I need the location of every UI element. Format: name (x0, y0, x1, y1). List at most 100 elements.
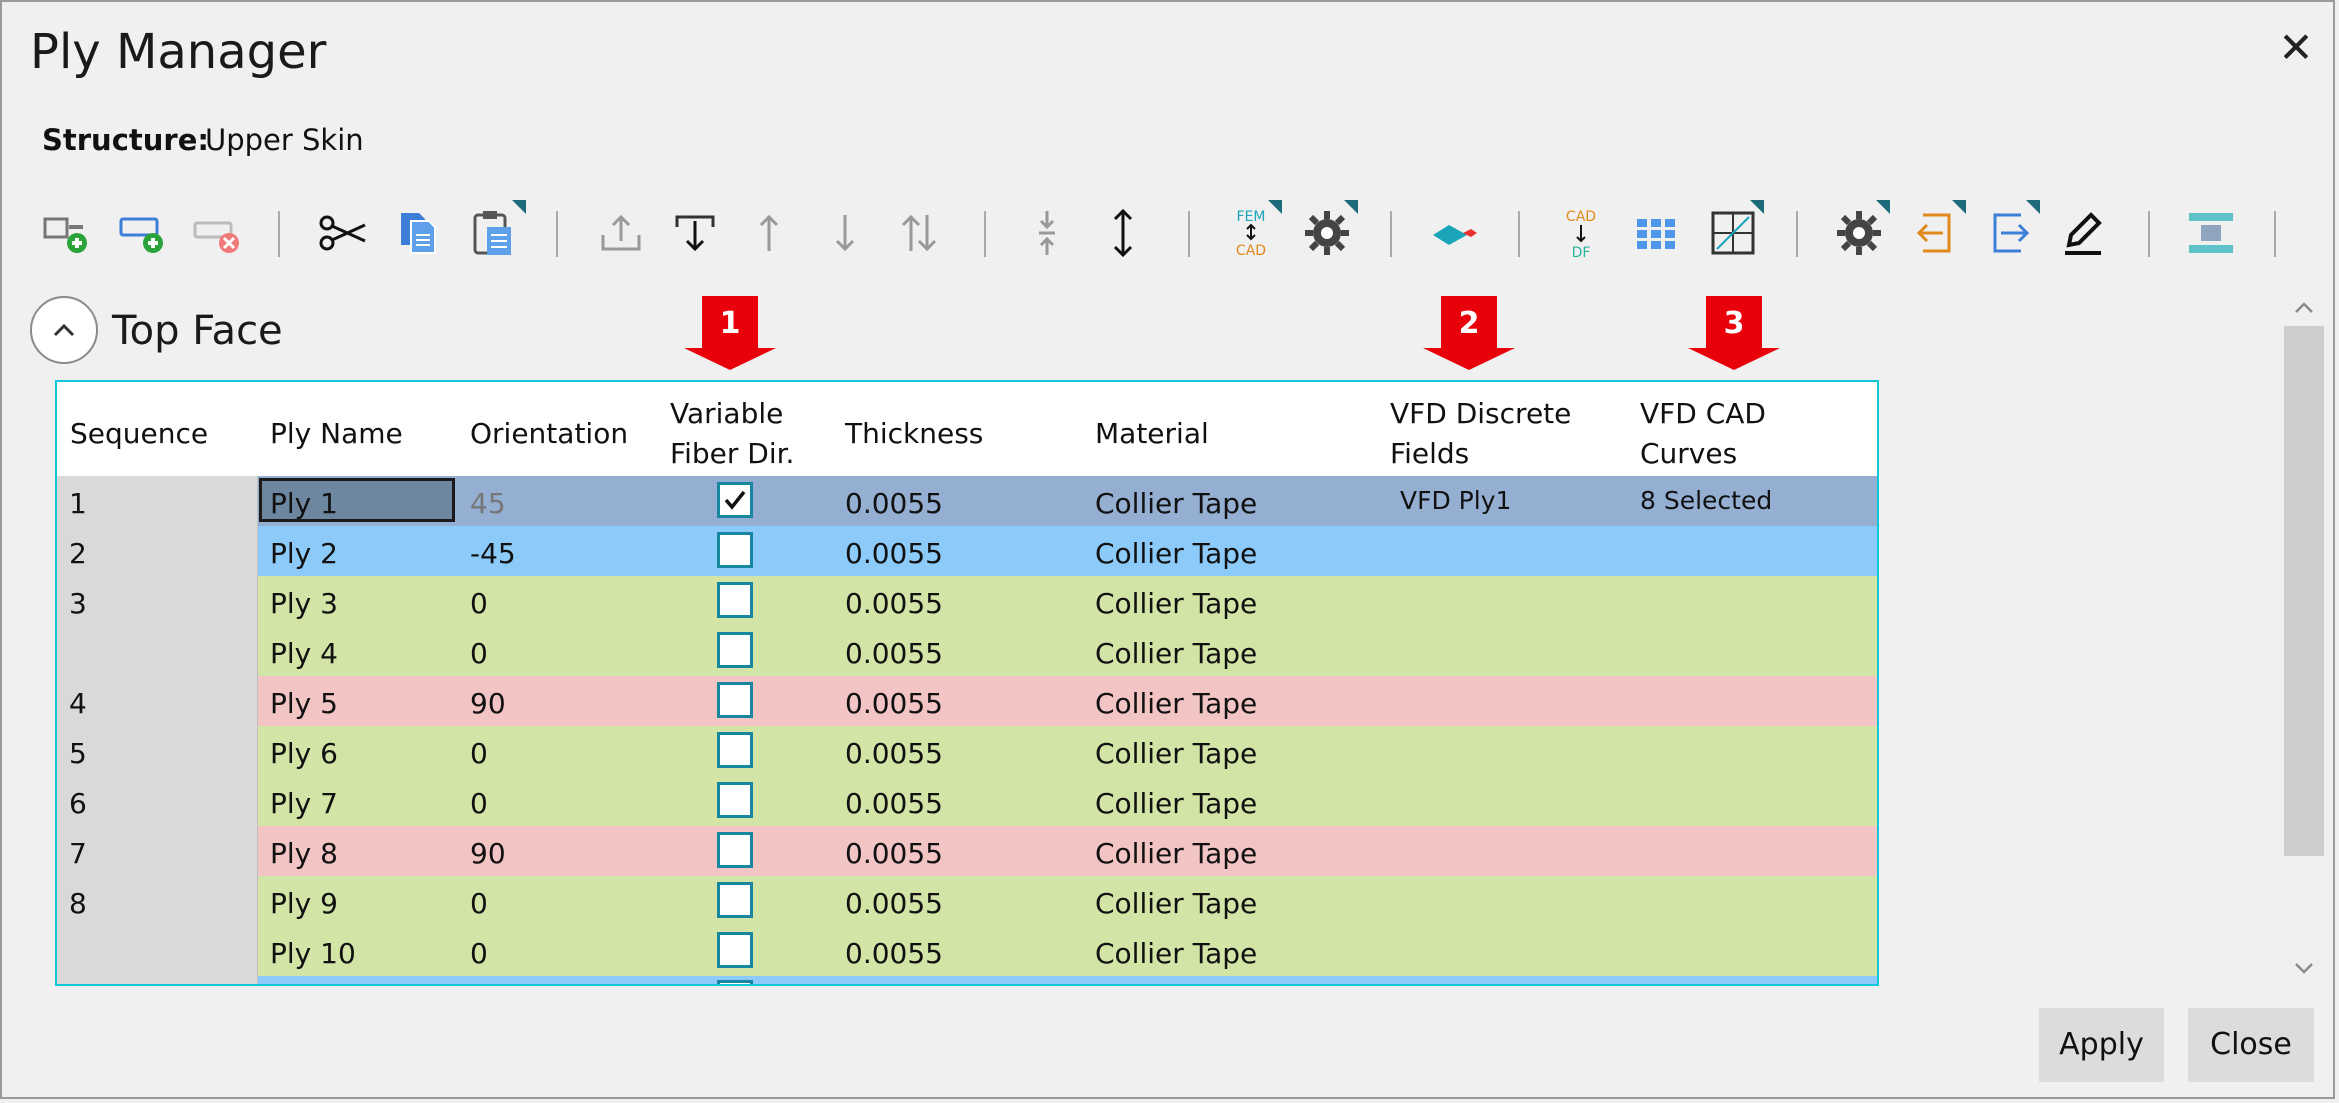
material-cell[interactable]: Collier Tape (1095, 734, 1257, 774)
thickness-cell[interactable]: 0.0055 (845, 784, 943, 824)
sequence-cell[interactable]: 6 (57, 776, 258, 826)
thickness-cell[interactable]: 0.0055 (845, 934, 943, 974)
remove-ply-icon[interactable] (186, 202, 248, 264)
import-icon[interactable] (1904, 200, 1966, 264)
expand-icon[interactable] (1092, 202, 1154, 264)
orientation-cell[interactable]: 0 (470, 634, 488, 674)
thickness-cell[interactable]: 0.0055 (845, 634, 943, 674)
ply-name-cell[interactable]: Ply 5 (270, 684, 338, 724)
orientation-cell[interactable]: 90 (470, 684, 506, 724)
variable-fiber-checkbox[interactable] (717, 782, 753, 818)
sequence-cell[interactable]: 8 (57, 876, 258, 926)
variable-fiber-checkbox[interactable] (717, 980, 753, 984)
variable-fiber-checkbox[interactable] (717, 682, 753, 718)
table-row[interactable]: 5 Ply 6 0 0.0055 Collier Tape (57, 726, 1877, 778)
sequence-cell[interactable]: 4 (57, 676, 258, 726)
table-row[interactable]: Ply 4 0 0.0055 Collier Tape (57, 626, 1877, 678)
header-orientation[interactable]: Orientation (470, 414, 628, 454)
apply-button[interactable]: Apply (2039, 1008, 2164, 1082)
scroll-down-icon[interactable] (2288, 952, 2320, 984)
close-button[interactable]: Close (2188, 1008, 2314, 1082)
ply-name-cell[interactable]: Ply 10 (270, 934, 356, 974)
vfd-discrete-fields-cell[interactable]: VFD Ply1 (1400, 481, 1511, 521)
orientation-cell[interactable]: 90 (470, 834, 506, 874)
thickness-cell[interactable]: 0.0055 (845, 884, 943, 924)
sequence-cell[interactable]: 7 (57, 826, 258, 876)
settings-icon[interactable] (1296, 200, 1358, 264)
settings-2-icon[interactable] (1828, 200, 1890, 264)
variable-fiber-checkbox[interactable] (717, 532, 753, 568)
table-row[interactable]: 7 Ply 8 90 0.0055 Collier Tape (57, 826, 1877, 878)
header-vfd-cad-curves[interactable]: VFD CAD Curves (1640, 394, 1766, 474)
material-cell[interactable]: Collier Tape (1095, 834, 1257, 874)
table-row[interactable]: 8 Ply 9 0 0.0055 Collier Tape (57, 876, 1877, 928)
ply-name-cell[interactable]: Ply 2 (270, 534, 338, 574)
sequence-cell[interactable] (57, 976, 258, 984)
orientation-cell[interactable]: -45 (470, 534, 516, 574)
ply-name-cell[interactable]: Ply 6 (270, 734, 338, 774)
thickness-cell[interactable]: 0.0055 (845, 684, 943, 724)
thickness-cell[interactable]: 0.0055 (845, 834, 943, 874)
scroll-up-icon[interactable] (2288, 292, 2320, 324)
material-cell[interactable]: Collier Tape (1095, 784, 1257, 824)
header-material[interactable]: Material (1095, 414, 1209, 454)
vfd-icon[interactable] (1424, 202, 1486, 264)
cut-icon[interactable] (312, 202, 374, 264)
table-row[interactable] (57, 976, 1877, 984)
table-row[interactable]: Ply 10 0 0.0055 Collier Tape (57, 926, 1877, 978)
sequence-cell[interactable]: 2 (57, 526, 258, 576)
material-cell[interactable]: Collier Tape (1095, 684, 1257, 724)
header-sequence[interactable]: Sequence (70, 414, 208, 454)
add-ply-icon[interactable] (36, 202, 98, 264)
ply-name-cell[interactable]: Ply 9 (270, 884, 338, 924)
paste-icon[interactable] (464, 200, 526, 264)
close-icon[interactable]: ✕ (2272, 24, 2320, 72)
sequence-cell[interactable]: 1 (57, 476, 258, 526)
variable-fiber-checkbox[interactable] (717, 882, 753, 918)
variable-fiber-checkbox[interactable] (717, 482, 753, 518)
orientation-cell[interactable]: 0 (470, 784, 488, 824)
table-row[interactable]: 2 Ply 2 -45 0.0055 Collier Tape (57, 526, 1877, 578)
orientation-cell[interactable]: 0 (470, 934, 488, 974)
move-down-icon[interactable] (814, 202, 876, 264)
thickness-cell[interactable]: 0.0055 (845, 484, 943, 524)
variable-fiber-checkbox[interactable] (717, 932, 753, 968)
variable-fiber-checkbox[interactable] (717, 582, 753, 618)
orientation-cell[interactable]: 0 (470, 884, 488, 924)
sequence-cell[interactable] (57, 926, 258, 976)
cad-to-df-icon[interactable]: CAD DF (1550, 202, 1612, 264)
section-collapse-toggle[interactable] (30, 296, 98, 364)
table-icon[interactable] (1702, 200, 1764, 264)
table-row[interactable]: 1 Ply 1 45 0.0055 Collier Tape VFD Ply1 8 Sele… (57, 476, 1877, 528)
fem-to-cad-icon[interactable]: FEM CAD (1220, 200, 1282, 264)
variable-fiber-checkbox[interactable] (717, 832, 753, 868)
header-thickness[interactable]: Thickness (845, 414, 983, 454)
table-row[interactable]: 3 Ply 3 0 0.0055 Collier Tape (57, 576, 1877, 628)
table-row[interactable]: 6 Ply 7 0 0.0055 Collier Tape (57, 776, 1877, 828)
export-icon[interactable] (1978, 200, 2040, 264)
scrollbar-thumb[interactable] (2284, 326, 2324, 856)
variable-fiber-checkbox[interactable] (717, 632, 753, 668)
header-vfd-discrete-fields[interactable]: VFD Discrete Fields (1390, 394, 1571, 474)
orientation-cell[interactable]: 45 (470, 484, 506, 524)
ply-name-cell[interactable]: Ply 7 (270, 784, 338, 824)
ply-name-cell[interactable]: Ply 3 (270, 584, 338, 624)
thickness-cell[interactable]: 0.0055 (845, 584, 943, 624)
sequence-cell[interactable]: 5 (57, 726, 258, 776)
table-row[interactable]: 4 Ply 5 90 0.0055 Collier Tape (57, 676, 1877, 728)
move-to-top-icon[interactable] (590, 202, 652, 264)
ply-name-cell[interactable]: Ply 4 (270, 634, 338, 674)
thickness-cell[interactable]: 0.0055 (845, 534, 943, 574)
variable-fiber-checkbox[interactable] (717, 732, 753, 768)
material-cell[interactable]: Collier Tape (1095, 634, 1257, 674)
material-cell[interactable]: Collier Tape (1095, 584, 1257, 624)
swap-icon[interactable] (888, 202, 950, 264)
header-ply-name[interactable]: Ply Name (270, 414, 403, 454)
material-cell[interactable]: Collier Tape (1095, 484, 1257, 524)
sequence-cell[interactable] (57, 626, 258, 676)
vfd-cad-curves-cell[interactable]: 8 Selected (1640, 481, 1772, 521)
sequence-cell[interactable]: 3 (57, 576, 258, 626)
ply-name-cell[interactable]: Ply 1 (270, 484, 338, 524)
edit-icon[interactable] (2052, 202, 2114, 264)
ply-name-cell[interactable]: Ply 8 (270, 834, 338, 874)
